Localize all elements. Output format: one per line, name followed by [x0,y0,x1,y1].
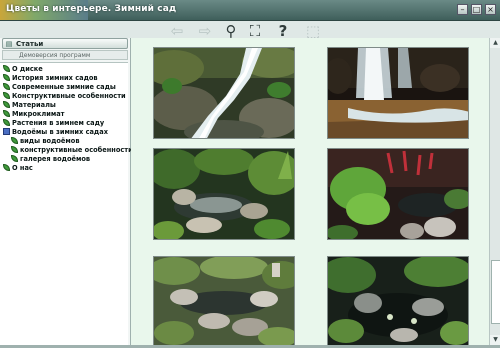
gallery-photo[interactable] [327,47,469,139]
leaf-icon [11,155,18,162]
tab-articles-label: Статьи [16,40,44,48]
gallery-panel [131,38,489,348]
dark-pond-rocks-image [328,257,468,347]
tree-item-about-disk[interactable]: О диске [3,65,43,74]
demo-programs-item[interactable]: Демоверсия программ [2,50,128,60]
gallery-photo[interactable] [153,148,295,240]
window-controls: – □ × [457,4,496,15]
gallery-photo[interactable] [153,256,295,348]
gallery-photo[interactable] [327,148,469,240]
maximize-button[interactable]: □ [471,4,482,15]
book-icon: ▤ [5,40,13,48]
article-tree: О диске История зимних садов Современные… [0,62,133,346]
tree-item-pond-types[interactable]: виды водоёмов [11,137,80,146]
window-title: Цветы в интерьере. Зимний сад [6,4,177,14]
app-window: Цветы в интерьере. Зимний сад – □ × ⇦ ⇨ … [0,0,500,348]
rock-garden-pond-image [154,257,294,347]
book-icon [3,128,10,135]
waterfall-rocks-image [154,48,294,138]
sidebar: ▤ Статьи Демоверсия программ О диске Исто… [0,38,133,346]
title-bar: Цветы в интерьере. Зимний сад – □ × [0,0,500,21]
leaf-icon [11,146,18,153]
tree-item-ponds[interactable]: Водоёмы в зимних садах [3,128,108,137]
leaf-icon [3,110,10,117]
close-button[interactable]: × [485,4,496,15]
tree-item-modern-gardens[interactable]: Современные зимние сады [3,83,116,92]
vertical-scrollbar[interactable]: ▲ ▼ [489,38,500,345]
leaf-icon [3,164,10,171]
minimize-button[interactable]: – [457,4,468,15]
tree-item-microclimate[interactable]: Микроклимат [3,110,65,119]
tree-item-materials[interactable]: Материалы [3,101,56,110]
leaf-icon [11,137,18,144]
tree-item-pond-construction[interactable]: конструктивные особенности [11,146,133,155]
leaf-icon [3,101,10,108]
leaf-icon [3,65,10,72]
tree-item-pond-gallery[interactable]: галерея водоёмов [11,155,90,164]
scroll-up-icon[interactable]: ▲ [490,38,500,48]
tree-item-construction[interactable]: Конструктивные особенности [3,92,126,101]
tree-item-about-us[interactable]: О нас [3,164,33,173]
gallery-photo[interactable] [327,256,469,348]
tab-articles[interactable]: ▤ Статьи [2,38,128,49]
leaf-icon [3,83,10,90]
leaf-icon [3,119,10,126]
waterfall-dark-image [328,48,468,138]
gallery-photo[interactable] [153,47,295,139]
pond-red-plants-image [328,149,468,239]
scroll-thumb[interactable] [491,260,500,324]
scroll-down-icon[interactable]: ▼ [490,335,500,345]
tree-item-history[interactable]: История зимних садов [3,74,98,83]
leaf-icon [3,74,10,81]
leaf-icon [3,92,10,99]
tree-item-plants[interactable]: Растения в зимнем саду [3,119,104,128]
garden-pond-stones-image [154,149,294,239]
